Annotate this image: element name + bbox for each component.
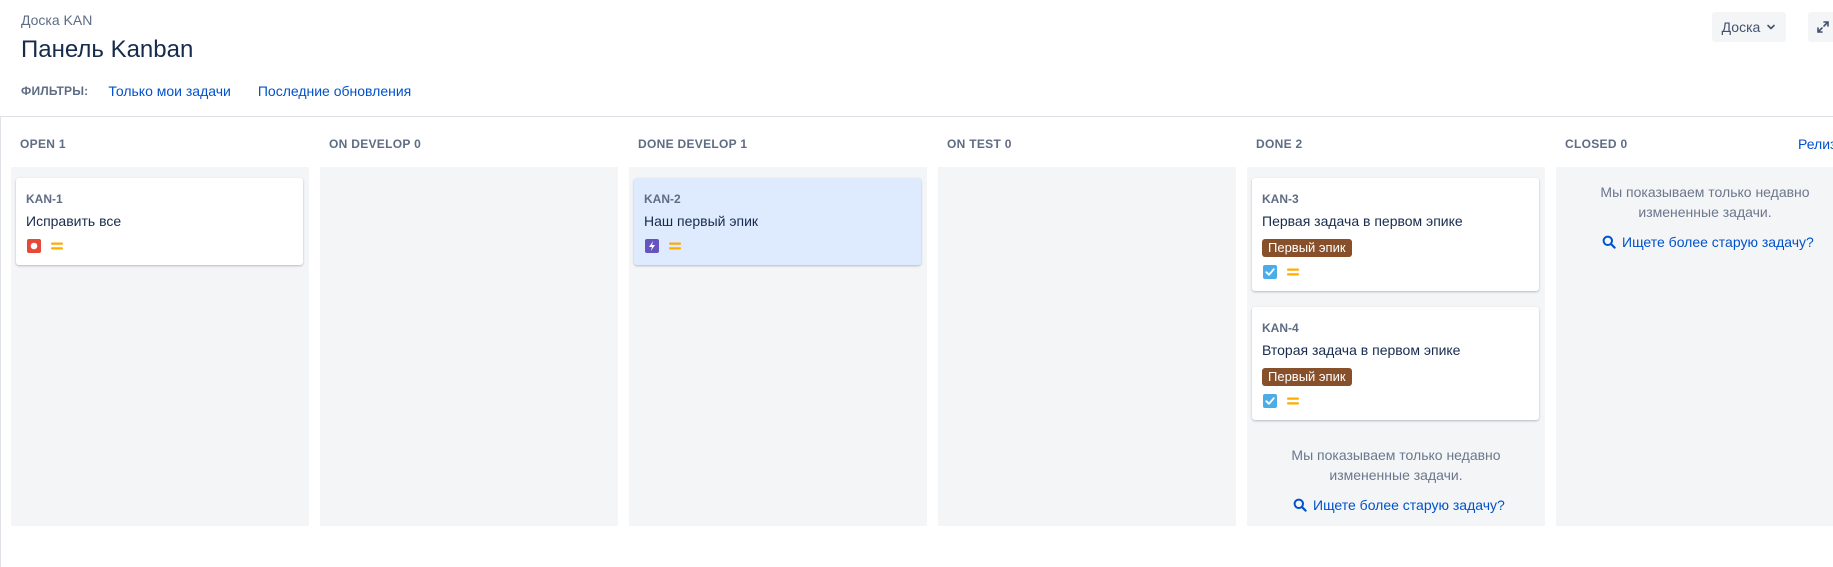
- column-count: 0: [414, 137, 422, 151]
- board-header: Доска KAN Панель Kanban ФИЛЬТРЫ: Только …: [0, 0, 1833, 117]
- older-issue-link[interactable]: Ищете более старую задачу?: [1293, 497, 1505, 513]
- epic-label: Первый эпик: [1262, 239, 1352, 257]
- issue-key: KAN-2: [644, 192, 681, 206]
- column-header-on-develop: ON DEVELOP 0: [329, 137, 421, 151]
- issue-summary: Исправить все: [26, 213, 122, 229]
- issue-summary: Первая задача в первом эпике: [1262, 213, 1463, 229]
- recent-note-line2: измененные задачи.: [1329, 467, 1463, 483]
- fullscreen-button[interactable]: [1808, 12, 1833, 42]
- column-name: CLOSED: [1565, 137, 1617, 151]
- priority-medium-icon: [667, 238, 683, 254]
- issue-card-kan-1[interactable]: KAN-1 Исправить все: [16, 178, 303, 265]
- column-name: ON TEST: [947, 137, 1002, 151]
- column-count: 0: [1620, 137, 1628, 151]
- priority-medium-icon: [1285, 393, 1301, 409]
- column-header-done-develop: DONE DEVELOP 1: [638, 137, 747, 151]
- older-issue-link-text: Ищете более старую задачу?: [1313, 497, 1505, 513]
- board-menu-label: Доска: [1721, 19, 1761, 35]
- priority-medium-icon: [49, 238, 65, 254]
- issue-card-kan-4[interactable]: KAN-4 Вторая задача в первом эпике Первы…: [1252, 307, 1539, 420]
- column-header-open: OPEN 1: [20, 137, 66, 151]
- column-count: 2: [1295, 137, 1303, 151]
- chevron-down-icon: [1767, 24, 1776, 30]
- column-header-on-test: ON TEST 0: [947, 137, 1012, 151]
- column-header-done: DONE 2: [1256, 137, 1303, 151]
- epic-icon: [644, 238, 660, 254]
- column-header-closed: CLOSED 0: [1565, 137, 1627, 151]
- task-icon: [1262, 393, 1278, 409]
- recent-issues-note: Мы показываем только недавно измененные …: [1247, 445, 1545, 485]
- column-name: ON DEVELOP: [329, 137, 411, 151]
- column-done-develop: KAN-2 Наш первый эпик: [629, 167, 927, 526]
- recent-issues-note: Мы показываем только недавно измененные …: [1556, 182, 1833, 222]
- column-count: 1: [58, 137, 66, 151]
- column-open: KAN-1 Исправить все: [11, 167, 309, 526]
- epic-label: Первый эпик: [1262, 368, 1352, 386]
- expand-icon: [1817, 21, 1829, 33]
- issue-key: KAN-4: [1262, 321, 1299, 335]
- priority-medium-icon: [1285, 264, 1301, 280]
- column-closed: Мы показываем только недавно измененные …: [1556, 167, 1833, 526]
- recent-note-line1: Мы показываем только недавно: [1291, 447, 1501, 463]
- column-name: DONE: [1256, 137, 1292, 151]
- page-title: Панель Kanban: [21, 36, 194, 63]
- issue-summary: Наш первый эпик: [644, 213, 759, 229]
- breadcrumb[interactable]: Доска KAN: [21, 12, 92, 28]
- column-done: KAN-3 Первая задача в первом эпике Первы…: [1247, 167, 1545, 526]
- search-icon: [1602, 235, 1616, 249]
- column-count: 1: [740, 137, 748, 151]
- board-left-border: [0, 117, 1, 567]
- task-icon: [1262, 264, 1278, 280]
- quick-filters: ФИЛЬТРЫ: Только мои задачи Последние обн…: [21, 83, 438, 99]
- filter-recently-updated[interactable]: Последние обновления: [258, 83, 411, 99]
- issue-card-kan-3[interactable]: KAN-3 Первая задача в первом эпике Первы…: [1252, 178, 1539, 291]
- column-on-develop: [320, 167, 618, 526]
- issue-summary: Вторая задача в первом эпике: [1262, 342, 1461, 358]
- search-icon: [1293, 498, 1307, 512]
- recent-note-line2: измененные задачи.: [1638, 204, 1772, 220]
- column-count: 0: [1004, 137, 1012, 151]
- column-on-test: [938, 167, 1236, 526]
- issue-key: KAN-1: [26, 192, 63, 206]
- filters-label: ФИЛЬТРЫ:: [21, 84, 89, 98]
- filter-only-my-issues[interactable]: Только мои задачи: [108, 83, 230, 99]
- older-issue-link[interactable]: Ищете более старую задачу?: [1602, 234, 1814, 250]
- release-link[interactable]: Релиз: [1798, 136, 1833, 152]
- column-name: DONE DEVELOP: [638, 137, 737, 151]
- issue-card-kan-2[interactable]: KAN-2 Наш первый эпик: [634, 178, 921, 265]
- board-menu-button[interactable]: Доска: [1712, 12, 1786, 42]
- column-name: OPEN: [20, 137, 56, 151]
- recent-note-line1: Мы показываем только недавно: [1600, 184, 1810, 200]
- bug-icon: [26, 238, 42, 254]
- older-issue-link-text: Ищете более старую задачу?: [1622, 234, 1814, 250]
- issue-key: KAN-3: [1262, 192, 1299, 206]
